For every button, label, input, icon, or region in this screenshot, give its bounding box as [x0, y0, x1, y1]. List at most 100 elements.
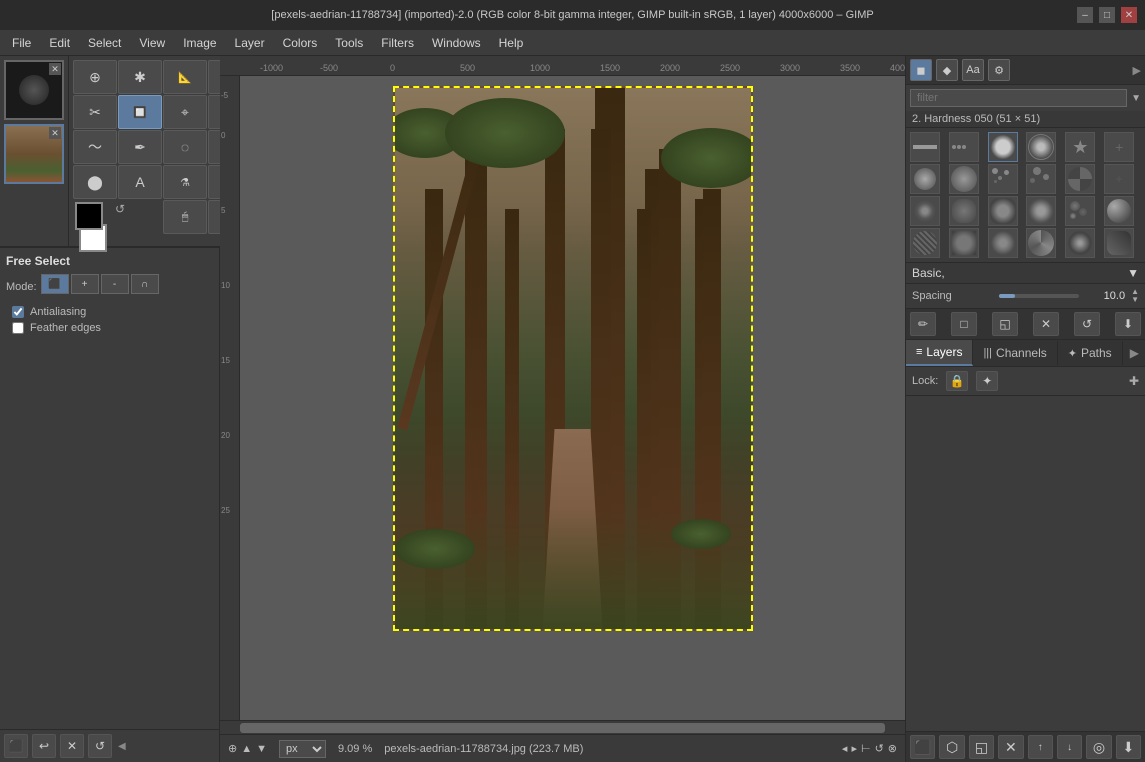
brush-duplicate-btn[interactable]: ◱ — [992, 312, 1018, 336]
thumbnail-close-2[interactable]: ✕ — [49, 127, 61, 139]
layer-group-btn[interactable]: ⬡ — [939, 735, 964, 759]
filter-arrow-icon[interactable]: ▼ — [1131, 93, 1141, 104]
layers-panel-expand[interactable]: ▶ — [1124, 341, 1145, 365]
menu-image[interactable]: Image — [175, 33, 224, 53]
brush-swatch-plus2[interactable]: + — [1104, 164, 1134, 194]
brush-swatch-star[interactable]: ★ — [1065, 132, 1095, 162]
brush-swatch-rough2[interactable] — [988, 196, 1018, 226]
tool-text[interactable]: A — [118, 165, 162, 199]
tab-channels[interactable]: ||| Channels — [973, 341, 1057, 365]
brush-swatch-spiky1[interactable] — [910, 196, 940, 226]
brush-swatch-hardline[interactable] — [910, 132, 940, 162]
tool-measure[interactable]: 📐 — [163, 60, 207, 94]
left-panel-collapse[interactable]: ◀ — [116, 739, 128, 754]
tool-eraser[interactable]: ◌ — [163, 130, 207, 164]
tool-warp[interactable]: 〜 — [73, 130, 117, 164]
brush-swatch-plus1[interactable]: + — [1104, 132, 1134, 162]
brush-swatch-pattern5[interactable] — [1065, 228, 1095, 258]
brush-panel-expand[interactable]: ▶ — [1133, 64, 1141, 77]
status-undo-icon[interactable]: ↺ — [875, 742, 884, 755]
tool-rect-select[interactable]: ⌖ — [163, 95, 207, 129]
scrollbar-thumb[interactable] — [240, 723, 885, 733]
tool-free-select[interactable]: 🔲 — [118, 95, 162, 129]
foreground-color[interactable] — [75, 202, 103, 230]
restore-icon[interactable]: ↺ — [88, 734, 112, 758]
filter-input[interactable] — [910, 89, 1127, 107]
tool-scissors[interactable]: ✂ — [73, 95, 117, 129]
menu-help[interactable]: Help — [491, 33, 532, 53]
status-close-icon[interactable]: ⊗ — [888, 742, 897, 755]
tool-preset-icon[interactable]: ⬛ — [4, 734, 28, 758]
brush-edit-btn[interactable]: ✏ — [910, 312, 936, 336]
mode-subtract[interactable]: - — [101, 274, 129, 294]
layer-up-btn[interactable]: ↑ — [1028, 735, 1053, 759]
menu-filters[interactable]: Filters — [373, 33, 422, 53]
brush-settings-icon[interactable]: ⚙ — [988, 59, 1010, 81]
mode-intersect[interactable]: ∩ — [131, 274, 159, 294]
lock-alpha-btn[interactable]: ✦ — [976, 371, 998, 391]
brush-swatch-textured1[interactable] — [1065, 164, 1095, 194]
brush-swatch-pattern2[interactable] — [949, 228, 979, 258]
brush-export-btn[interactable]: ⬇ — [1115, 312, 1141, 336]
scrollbar-horizontal[interactable] — [220, 720, 905, 734]
menu-view[interactable]: View — [131, 33, 173, 53]
mode-replace[interactable]: ⬛ — [41, 274, 69, 294]
layer-new-btn[interactable]: ⬛ — [910, 735, 935, 759]
layer-anchor-btn[interactable]: ◎ — [1086, 735, 1111, 759]
menu-layer[interactable]: Layer — [227, 33, 273, 53]
brush-swatch-pattern4[interactable] — [1026, 228, 1056, 258]
tool-paintbrush[interactable]: ✒ — [118, 130, 162, 164]
brush-swatch-pattern3[interactable] — [988, 228, 1018, 258]
brush-swatch-large[interactable] — [1026, 132, 1056, 162]
close-button[interactable]: ✕ — [1121, 7, 1137, 23]
tool-paths[interactable]: ✱ — [118, 60, 162, 94]
spacing-down-icon[interactable]: ▼ — [1131, 296, 1139, 304]
canvas-viewport[interactable] — [240, 76, 905, 720]
layer-duplicate-btn[interactable]: ◱ — [969, 735, 994, 759]
tab-layers[interactable]: ≡ Layers — [906, 340, 973, 366]
status-nav-prev[interactable]: ◂ — [842, 742, 848, 755]
thumbnail-1[interactable]: ✕ — [4, 60, 64, 120]
menu-file[interactable]: File — [4, 33, 39, 53]
nav-down-icon[interactable]: ▼ — [256, 743, 267, 755]
brush-swatch-fuzzy1[interactable] — [910, 164, 940, 194]
menu-select[interactable]: Select — [80, 33, 129, 53]
layer-down-btn[interactable]: ↓ — [1057, 735, 1082, 759]
nav-up-icon[interactable]: ▲ — [241, 743, 252, 755]
status-export-icon[interactable]: ⊢ — [861, 742, 871, 755]
thumbnail-close-1[interactable]: ✕ — [49, 63, 61, 75]
brush-swatch-misc[interactable] — [1104, 196, 1134, 226]
swap-colors-icon[interactable]: ↺ — [115, 202, 125, 216]
undo-icon[interactable]: ↩ — [32, 734, 56, 758]
brush-swatch-fuzzy2[interactable] — [949, 164, 979, 194]
tool-bucket-fill[interactable]: ⬤ — [73, 165, 117, 199]
status-nav-next[interactable]: ▸ — [851, 742, 857, 755]
brush-new-btn[interactable]: □ — [951, 312, 977, 336]
tool-fuzzy-select[interactable]: ⊕ — [73, 60, 117, 94]
brush-swatch-scatter2[interactable] — [1026, 164, 1056, 194]
brush-swatch-pattern6[interactable] — [1104, 228, 1134, 258]
brush-swatch-rough1[interactable] — [949, 196, 979, 226]
brush-delete-btn[interactable]: ✕ — [1033, 312, 1059, 336]
brush-swatch-splatter[interactable] — [1065, 196, 1095, 226]
reset-icon[interactable]: ✕ — [60, 734, 84, 758]
brush-preset-icon[interactable]: ◼ — [910, 59, 932, 81]
brush-swatch-scatter1[interactable] — [988, 164, 1018, 194]
maximize-button[interactable]: □ — [1099, 7, 1115, 23]
nav-first-icon[interactable]: ⊕ — [228, 742, 237, 755]
feather-edges-checkbox[interactable] — [12, 322, 24, 334]
tool-clone[interactable]: ⚗ — [163, 165, 207, 199]
menu-colors[interactable]: Colors — [275, 33, 326, 53]
menu-edit[interactable]: Edit — [41, 33, 78, 53]
brush-category-arrow[interactable]: ▼ — [1127, 266, 1139, 280]
unit-select[interactable]: px mm inch % — [279, 740, 326, 758]
brush-text-icon[interactable]: Aa — [962, 59, 984, 81]
brush-swatch-hardness[interactable] — [988, 132, 1018, 162]
menu-windows[interactable]: Windows — [424, 33, 489, 53]
lock-move-icon[interactable]: ✚ — [1129, 374, 1139, 388]
thumbnail-2[interactable]: ✕ — [4, 124, 64, 184]
brush-refresh-btn[interactable]: ↺ — [1074, 312, 1100, 336]
antialiasing-checkbox[interactable] — [12, 306, 24, 318]
layer-export-btn[interactable]: ⬇ — [1116, 735, 1141, 759]
spacing-slider[interactable] — [999, 294, 1080, 298]
